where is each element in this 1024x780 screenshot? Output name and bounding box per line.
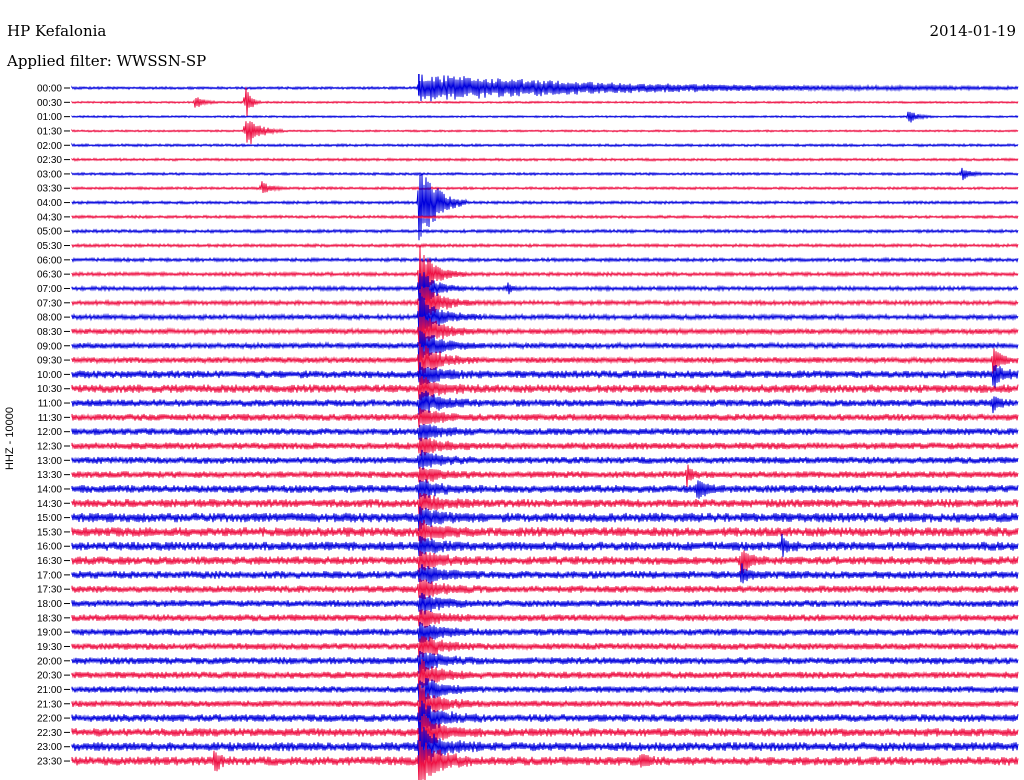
- trace-11: [71, 242, 1019, 249]
- tick-label-2: 01:00: [37, 112, 62, 123]
- tick-label-35: 17:30: [37, 585, 62, 596]
- trace-2: [71, 111, 1019, 123]
- tick-label-44: 22:00: [37, 714, 62, 725]
- trace-24: [71, 424, 1019, 442]
- tick-label-7: 03:30: [37, 184, 62, 195]
- trace-31: [71, 519, 1019, 544]
- trace-10: [71, 228, 1019, 235]
- tick-label-34: 17:00: [37, 570, 62, 581]
- tick-label-33: 16:30: [37, 556, 62, 567]
- trace-38: [71, 621, 1019, 643]
- trace-15: [71, 286, 1019, 332]
- tick-label-19: 09:30: [37, 356, 62, 367]
- trace-22: [71, 390, 1019, 415]
- tick-label-3: 01:30: [37, 126, 62, 137]
- trace-7: [71, 181, 1019, 194]
- trace-5: [71, 157, 1019, 162]
- trace-23: [71, 408, 1019, 428]
- tick-label-47: 23:30: [37, 757, 62, 768]
- trace-37: [71, 609, 1019, 628]
- tick-label-36: 18:00: [37, 599, 62, 610]
- tick-label-0: 00:00: [37, 84, 62, 95]
- trace-30: [71, 506, 1019, 531]
- trace-21: [71, 376, 1019, 401]
- trace-25: [71, 437, 1019, 456]
- tick-label-14: 07:00: [37, 284, 62, 295]
- tick-label-11: 05:30: [37, 241, 62, 252]
- trace-36: [71, 592, 1019, 615]
- tick-label-23: 11:30: [38, 413, 63, 424]
- tick-label-12: 06:00: [37, 255, 62, 266]
- tick-label-24: 12:00: [37, 427, 62, 438]
- tick-label-41: 20:30: [37, 671, 62, 682]
- tick-label-13: 06:30: [37, 270, 62, 281]
- tick-label-5: 02:30: [37, 155, 62, 166]
- tick-label-43: 21:30: [37, 699, 62, 710]
- trace-39: [71, 636, 1019, 658]
- tick-label-22: 11:00: [38, 399, 63, 410]
- tick-label-8: 04:00: [37, 198, 62, 209]
- trace-33: [71, 550, 1019, 575]
- tick-label-32: 16:00: [37, 542, 62, 553]
- tick-label-45: 22:30: [37, 728, 62, 739]
- tick-label-6: 03:00: [37, 169, 62, 180]
- tick-label-40: 20:00: [37, 656, 62, 667]
- trace-35: [71, 578, 1019, 600]
- tick-label-25: 12:30: [37, 442, 62, 453]
- trace-27: [71, 464, 1019, 488]
- helicorder-plot: 00:00 00:30 01:00 01:30 02:00 02:30 03:00 03:30…: [37, 74, 1019, 780]
- tick-label-20: 10:00: [37, 370, 62, 381]
- tick-label-46: 23:00: [37, 742, 62, 753]
- tick-label-18: 09:00: [37, 341, 62, 352]
- trace-28: [71, 479, 1019, 500]
- tick-label-28: 14:00: [37, 484, 62, 495]
- tick-label-17: 08:30: [37, 327, 62, 338]
- tick-label-4: 02:00: [37, 141, 62, 152]
- tick-label-16: 08:00: [37, 313, 62, 324]
- tick-label-10: 05:00: [37, 227, 62, 238]
- tick-label-9: 04:30: [37, 212, 62, 223]
- trace-14: [71, 272, 1019, 312]
- trace-3: [71, 121, 1019, 145]
- tick-label-26: 13:00: [37, 456, 62, 467]
- tick-label-15: 07:30: [37, 298, 62, 309]
- trace-26: [71, 449, 1019, 470]
- trace-40: [71, 651, 1019, 676]
- trace-34: [71, 563, 1019, 584]
- tick-label-30: 15:00: [37, 513, 62, 524]
- tick-label-29: 14:30: [37, 499, 62, 510]
- trace-9: [71, 214, 1019, 220]
- tick-label-38: 19:00: [37, 628, 62, 639]
- trace-12: [71, 256, 1019, 264]
- trace-32: [71, 533, 1019, 557]
- trace-20: [71, 362, 1019, 389]
- tick-label-42: 21:00: [37, 685, 62, 696]
- tick-label-39: 19:30: [37, 642, 62, 653]
- trace-0: [71, 74, 1019, 102]
- trace-6: [71, 167, 1019, 181]
- tick-label-1: 00:30: [37, 98, 62, 109]
- tick-label-31: 15:30: [37, 527, 62, 538]
- tick-label-37: 18:30: [37, 613, 62, 624]
- tick-label-27: 13:30: [37, 470, 62, 481]
- trace-29: [71, 492, 1019, 516]
- trace-42: [71, 678, 1019, 703]
- trace-4: [71, 142, 1019, 148]
- tick-label-21: 10:30: [37, 384, 62, 395]
